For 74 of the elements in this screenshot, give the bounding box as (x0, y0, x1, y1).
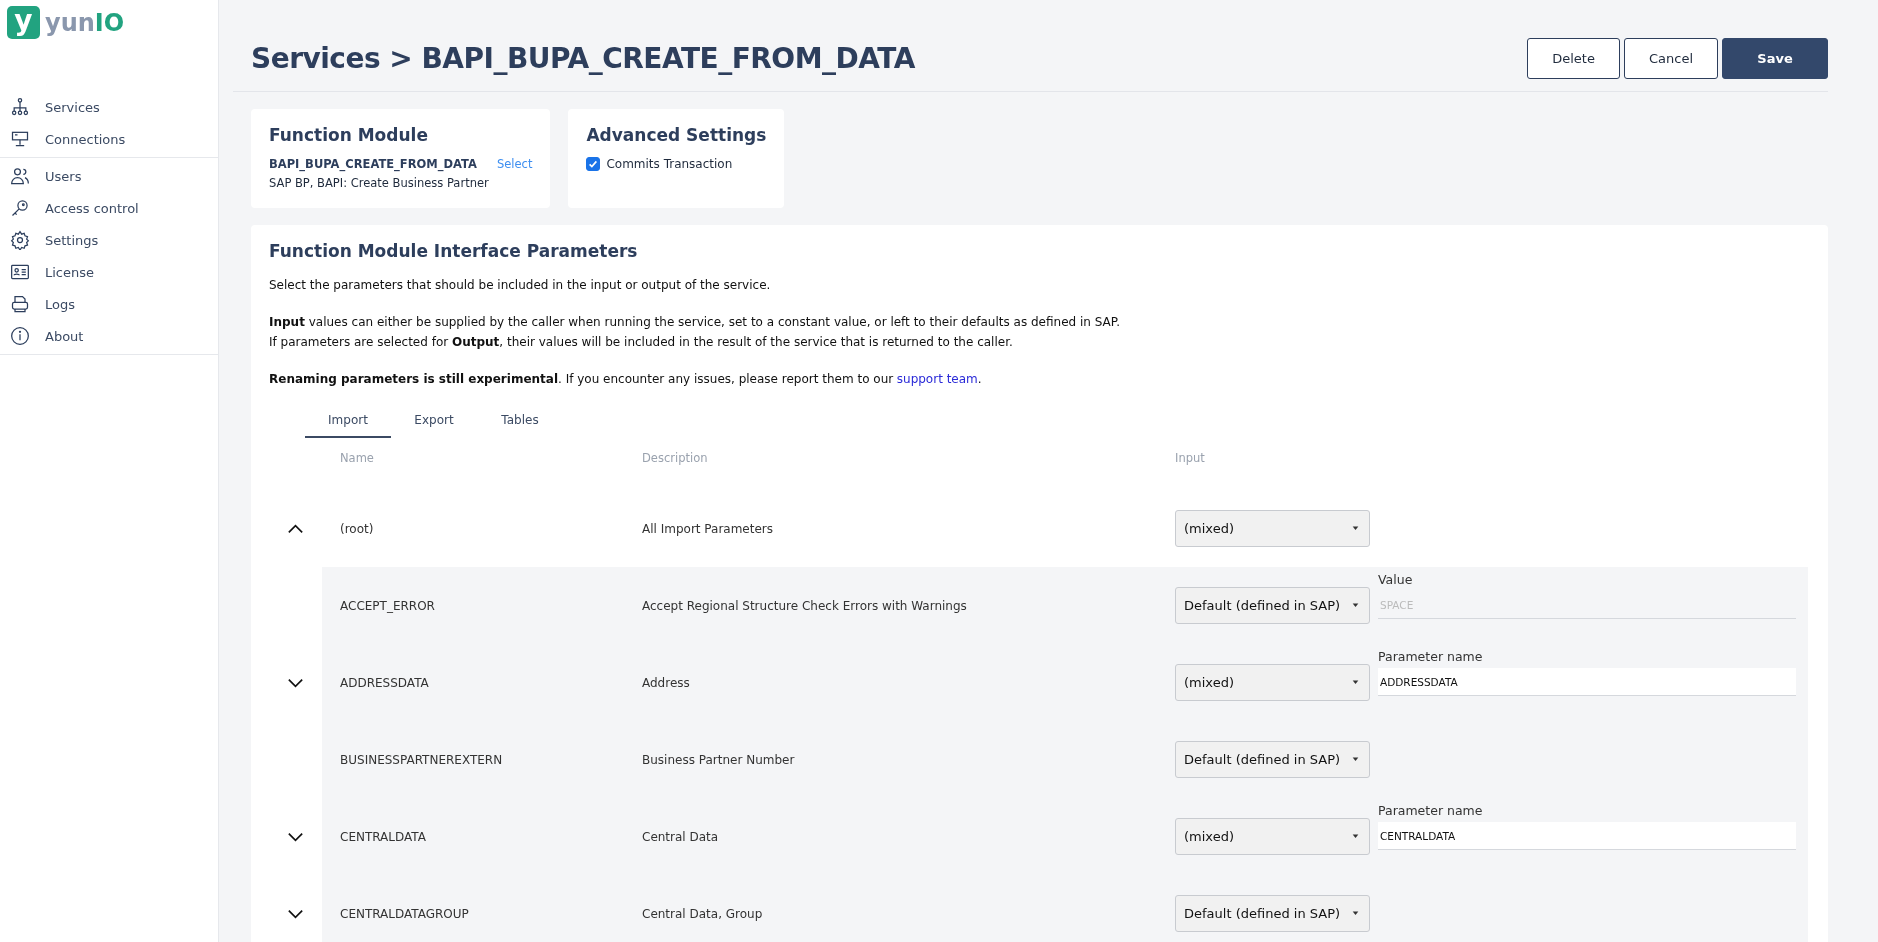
column-header: Input (1174, 451, 1206, 465)
column-header: Name (339, 451, 375, 465)
key-icon (10, 198, 30, 218)
input-dropdown[interactable]: (mixed) (1175, 818, 1370, 855)
logo-mark: y (7, 6, 40, 39)
paragraph-text: Input values can either be supplied by the caller when running the service, set to a constant value, or left to their defaults as defined in SAP. (269, 314, 1121, 331)
module-description: SAP BP, BAPI: Create Business Partner (269, 176, 490, 190)
field-label: Parameter name (1378, 649, 1484, 664)
paragraph-text: If parameters are selected for Output, their values will be included in the result of the service that is returned to the caller. (269, 334, 1014, 351)
caret-icon (1352, 526, 1359, 531)
sidebar-item[interactable]: Settings (0, 224, 218, 256)
caret-icon (1352, 911, 1359, 916)
input-dropdown[interactable]: Default (defined in SAP) (1175, 587, 1370, 624)
sidebar-item[interactable]: About (0, 320, 218, 352)
sidebar-item[interactable]: License (0, 256, 218, 288)
card-title: Function Module (269, 125, 429, 145)
parameter-description: Central Data (641, 829, 720, 844)
parameter-description: All Import Parameters (641, 521, 774, 536)
settings-icon (10, 230, 30, 250)
users-icon (10, 166, 30, 186)
parameter-name: (root) (339, 521, 375, 536)
card-title: Advanced Settings (586, 125, 767, 145)
sidebar-item[interactable]: Logs (0, 288, 218, 320)
printer-icon (10, 294, 30, 314)
input-dropdown[interactable]: Default (defined in SAP) (1175, 895, 1370, 932)
parameter-description: Accept Regional Structure Check Errors with Warnings (641, 598, 968, 613)
sidebar-item[interactable]: Users (0, 160, 218, 192)
input-dropdown[interactable]: Default (defined in SAP) (1175, 741, 1370, 778)
checkbox[interactable] (586, 157, 601, 171)
tab[interactable]: Export (391, 407, 477, 438)
chevron-up-icon[interactable] (287, 523, 304, 534)
caret-icon (1352, 757, 1359, 762)
parameter-name: CENTRALDATA (339, 829, 427, 844)
paragraph-text: Select the parameters that should be included in the input or output of the service. (269, 277, 772, 294)
field-label: Value (1378, 572, 1414, 587)
module-name: BAPI_BUPA_CREATE_FROM_DATA (269, 157, 477, 171)
checkbox-label: Commits Transaction (606, 157, 733, 171)
hierarchy-icon (10, 97, 30, 117)
panel-title: Function Module Interface Parameters (269, 241, 639, 261)
parameter-name: BUSINESSPARTNEREXTERN (339, 752, 504, 767)
sidebar-item[interactable]: Access control (0, 192, 218, 224)
id-card-icon (10, 262, 30, 282)
monitor-icon (10, 129, 30, 149)
primary-button[interactable]: Save (1722, 38, 1828, 79)
chevron-down-icon[interactable] (287, 908, 304, 919)
input-dropdown[interactable]: (mixed) (1175, 510, 1370, 547)
parameter-description: Central Data, Group (641, 906, 764, 921)
notice-text: Renaming parameters is still experimental. If you encounter any issues, please report them to our (269, 372, 894, 386)
caret-icon (1352, 834, 1359, 839)
secondary-button[interactable]: Delete (1527, 38, 1620, 79)
caret-icon (1352, 603, 1359, 608)
secondary-button[interactable]: Cancel (1623, 38, 1718, 79)
parameter-name: ADDRESSDATA (339, 675, 430, 690)
field-label: Parameter name (1378, 803, 1484, 818)
page-title: Services > BAPI_BUPA_CREATE_FROM_DATA (251, 42, 915, 75)
sidebar-item[interactable]: Connections (0, 123, 218, 155)
input-dropdown[interactable]: (mixed) (1175, 664, 1370, 701)
caret-icon (1352, 680, 1359, 685)
input-field[interactable]: CENTRALDATA (1378, 822, 1796, 850)
logo-text: yunIO (45, 8, 125, 37)
chevron-down-icon[interactable] (287, 677, 304, 688)
parameter-description: Address (641, 675, 691, 690)
punctuation-text: . (977, 372, 982, 386)
sidebar-item[interactable]: Services (0, 91, 218, 123)
column-header: Description (641, 451, 709, 465)
parameter-name: ACCEPT_ERROR (339, 598, 436, 613)
input-field[interactable]: ADDRESSDATA (1378, 668, 1796, 696)
tab[interactable]: Import (305, 407, 391, 438)
support-link[interactable]: support team (896, 372, 978, 386)
parameter-description: Business Partner Number (641, 752, 796, 767)
parameter-name: CENTRALDATAGROUP (339, 906, 470, 921)
info-icon (10, 326, 30, 346)
chevron-down-icon[interactable] (287, 831, 304, 842)
tab[interactable]: Tables (477, 407, 563, 438)
